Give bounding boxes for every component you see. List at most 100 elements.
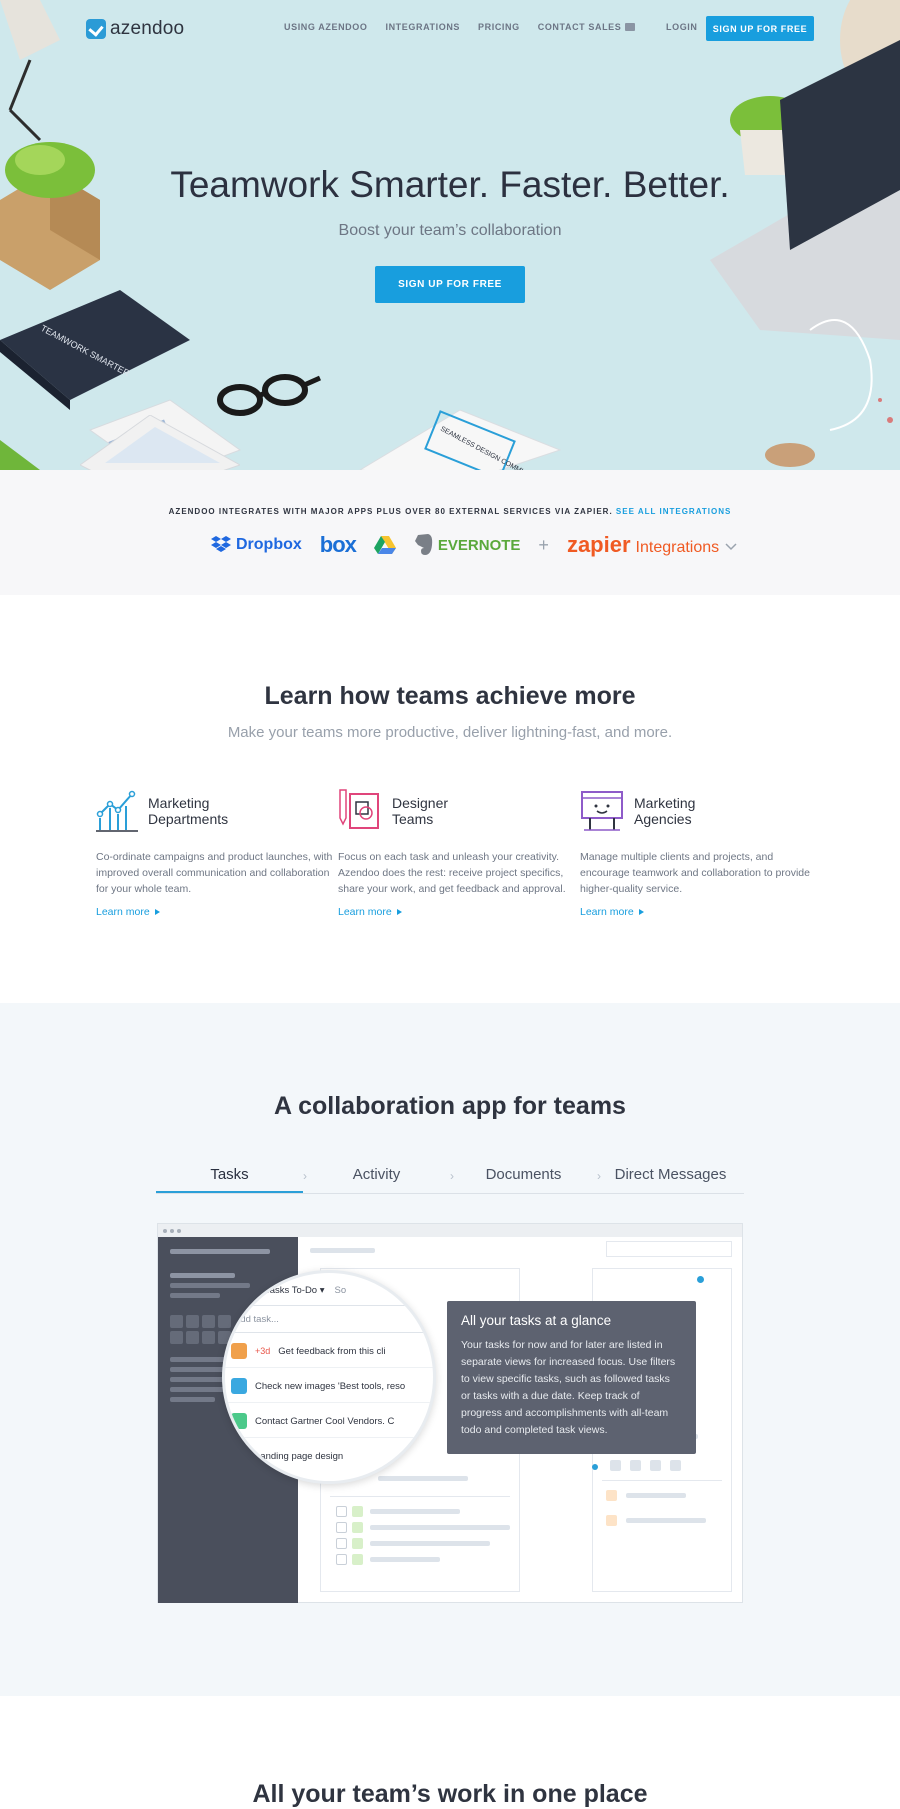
- sidebar-placeholder: [170, 1283, 250, 1288]
- integration-logos: Dropbox box EVERNOTE + zapier Integratio…: [210, 530, 738, 560]
- window-titlebar: [158, 1224, 742, 1237]
- box-logo[interactable]: box: [320, 532, 357, 558]
- nav-links: USING AZENDOO INTEGRATIONS PRICING CONTA…: [284, 22, 636, 32]
- tab-label: Tasks: [210, 1166, 249, 1183]
- icon-placeholder: [650, 1460, 661, 1471]
- sidebar-tile: [186, 1331, 199, 1344]
- hero-subtitle: Boost your team’s collaboration: [338, 222, 562, 239]
- sidebar-placeholder: [170, 1377, 225, 1382]
- tooltip-body: Your tasks for now and for later are lis…: [461, 1339, 676, 1436]
- design-icon: [339, 789, 379, 829]
- task-row[interactable]: Check new images 'Best tools, reso: [231, 1378, 405, 1394]
- content-placeholder: [370, 1541, 490, 1546]
- task-row[interactable]: Landing page design: [231, 1448, 343, 1464]
- hero-signup-button[interactable]: SIGN UP FOR FREE: [375, 266, 525, 303]
- divider: [330, 1496, 510, 1497]
- arrow-right-icon: [638, 909, 644, 915]
- team-card-marketing-departments: Marketing Departments Co-ordinate campai…: [96, 788, 336, 918]
- hotspot-dot[interactable]: [697, 1276, 704, 1283]
- sidebar-placeholder: [170, 1293, 220, 1298]
- dropbox-logo[interactable]: Dropbox: [210, 535, 302, 555]
- tab-label: Activity: [352, 1166, 401, 1183]
- team-description: Co-ordinate campaigns and product launch…: [96, 851, 333, 895]
- nav-link-pricing[interactable]: PRICING: [478, 22, 520, 32]
- elephant-icon: [414, 534, 433, 555]
- zapier-label: zapier: [566, 532, 631, 557]
- avatar-placeholder: [352, 1554, 363, 1565]
- lens-header-secondary: So: [334, 1285, 347, 1296]
- zapier-logo[interactable]: zapier Integrations: [567, 532, 738, 558]
- content-placeholder: [626, 1493, 686, 1498]
- icon-placeholder: [630, 1460, 641, 1471]
- contact-sales-label: CONTACT SALES: [537, 22, 622, 32]
- task-row[interactable]: +3d Get feedback from this cli: [231, 1343, 385, 1359]
- see-all-integrations-link[interactable]: SEE ALL INTEGRATIONS: [616, 507, 731, 516]
- logo-text: azendoo: [110, 18, 185, 39]
- checkbox-placeholder: [336, 1554, 347, 1565]
- nav-link-integrations[interactable]: INTEGRATIONS: [385, 22, 460, 32]
- due-flag: +3d: [255, 1346, 271, 1356]
- divider: [225, 1437, 433, 1438]
- tasks-todo-label: Tasks To-Do: [265, 1285, 318, 1296]
- learn-more-link[interactable]: Learn more: [580, 906, 820, 918]
- team-description: Focus on each task and unleash your crea…: [338, 851, 566, 895]
- sidebar-tile: [202, 1315, 215, 1328]
- google-drive-icon[interactable]: [373, 535, 396, 555]
- avatar-placeholder: [352, 1522, 363, 1533]
- chat-bubble-icon: [625, 23, 636, 31]
- learn-section-subtitle: Make your teams more productive, deliver…: [227, 724, 673, 741]
- divider: [602, 1480, 722, 1481]
- tab-direct-messages[interactable]: Direct Messages: [597, 1160, 744, 1193]
- phone-illustration: [80, 415, 240, 470]
- learn-more-link[interactable]: Learn more: [338, 906, 578, 918]
- team-name: Marketing Agencies: [634, 794, 696, 827]
- tooltip-title: All your tasks at a glance: [461, 1313, 612, 1328]
- sidebar-tile: [170, 1331, 183, 1344]
- evernote-logo[interactable]: EVERNOTE: [414, 533, 520, 557]
- tab-tasks[interactable]: Tasks ›: [156, 1160, 307, 1193]
- user-avatar: [231, 1448, 247, 1464]
- billboard-icon: [581, 791, 623, 831]
- content-placeholder: [370, 1509, 460, 1514]
- learn-more-label: Learn more: [96, 906, 150, 918]
- sidebar-tile: [170, 1315, 183, 1328]
- tab-activity[interactable]: Activity ›: [303, 1160, 454, 1193]
- sidebar-tile: [202, 1331, 215, 1344]
- divider: [225, 1402, 433, 1403]
- task-text: Check new images 'Best tools, reso: [255, 1380, 406, 1392]
- feature-tooltip: All your tasks at a glance Your tasks fo…: [447, 1301, 696, 1454]
- team-card-designer-teams: Designer Teams Focus on each task and un…: [338, 788, 578, 918]
- avatar-placeholder: [352, 1506, 363, 1517]
- nav-link-contact-sales[interactable]: CONTACT SALES: [538, 22, 636, 32]
- hotspot-dot[interactable]: [592, 1464, 598, 1470]
- book-illustration: SEAMLESS DESIGN COMMUNICATION: [359, 409, 562, 470]
- team-name: Designer Teams: [392, 794, 449, 827]
- feature-tabs: Tasks › Activity › Documents › Direct Messa…: [156, 1160, 744, 1194]
- sidebar-tile: [186, 1315, 199, 1328]
- lens-header: Tasks To-Do ▾ So: [265, 1285, 346, 1296]
- tasks-todo-dropdown[interactable]: Tasks To-Do ▾: [265, 1285, 325, 1296]
- window-dot: [177, 1228, 181, 1233]
- tab-documents[interactable]: Documents ›: [450, 1160, 601, 1193]
- learn-section-title: Learn how teams achieve more: [264, 682, 636, 710]
- azendoo-logo[interactable]: azendoo: [86, 18, 184, 40]
- window-dot: [163, 1228, 167, 1233]
- content-placeholder: [378, 1476, 468, 1481]
- hero-title: Teamwork Smarter. Faster. Better.: [170, 164, 730, 205]
- zapier-integrations-label: Integrations: [635, 539, 720, 556]
- divider: [225, 1367, 433, 1368]
- add-task-input[interactable]: Add task...: [225, 1305, 433, 1333]
- nav-signup-button[interactable]: SIGN UP FOR FREE: [706, 16, 814, 41]
- icon-placeholder: [606, 1515, 617, 1526]
- tab-label: Direct Messages: [614, 1166, 727, 1183]
- task-row[interactable]: Contact Gartner Cool Vendors. C: [231, 1413, 394, 1429]
- content-placeholder: [370, 1557, 440, 1562]
- nav-link-using-azendoo[interactable]: USING AZENDOO: [284, 22, 367, 32]
- integrations-text: AZENDOO INTEGRATES WITH MAJOR APPS PLUS …: [0, 507, 900, 516]
- login-link[interactable]: LOGIN: [666, 22, 698, 32]
- user-avatar: [231, 1343, 247, 1359]
- magnifier-lens: Tasks To-Do ▾ So Add task... +3d Get fee…: [222, 1270, 436, 1484]
- hero-section: TEAMWORK SMARTER SEAMLESS DESIGN COMMUNI…: [0, 0, 900, 470]
- learn-more-link[interactable]: Learn more: [96, 906, 336, 918]
- content-placeholder: [310, 1248, 375, 1253]
